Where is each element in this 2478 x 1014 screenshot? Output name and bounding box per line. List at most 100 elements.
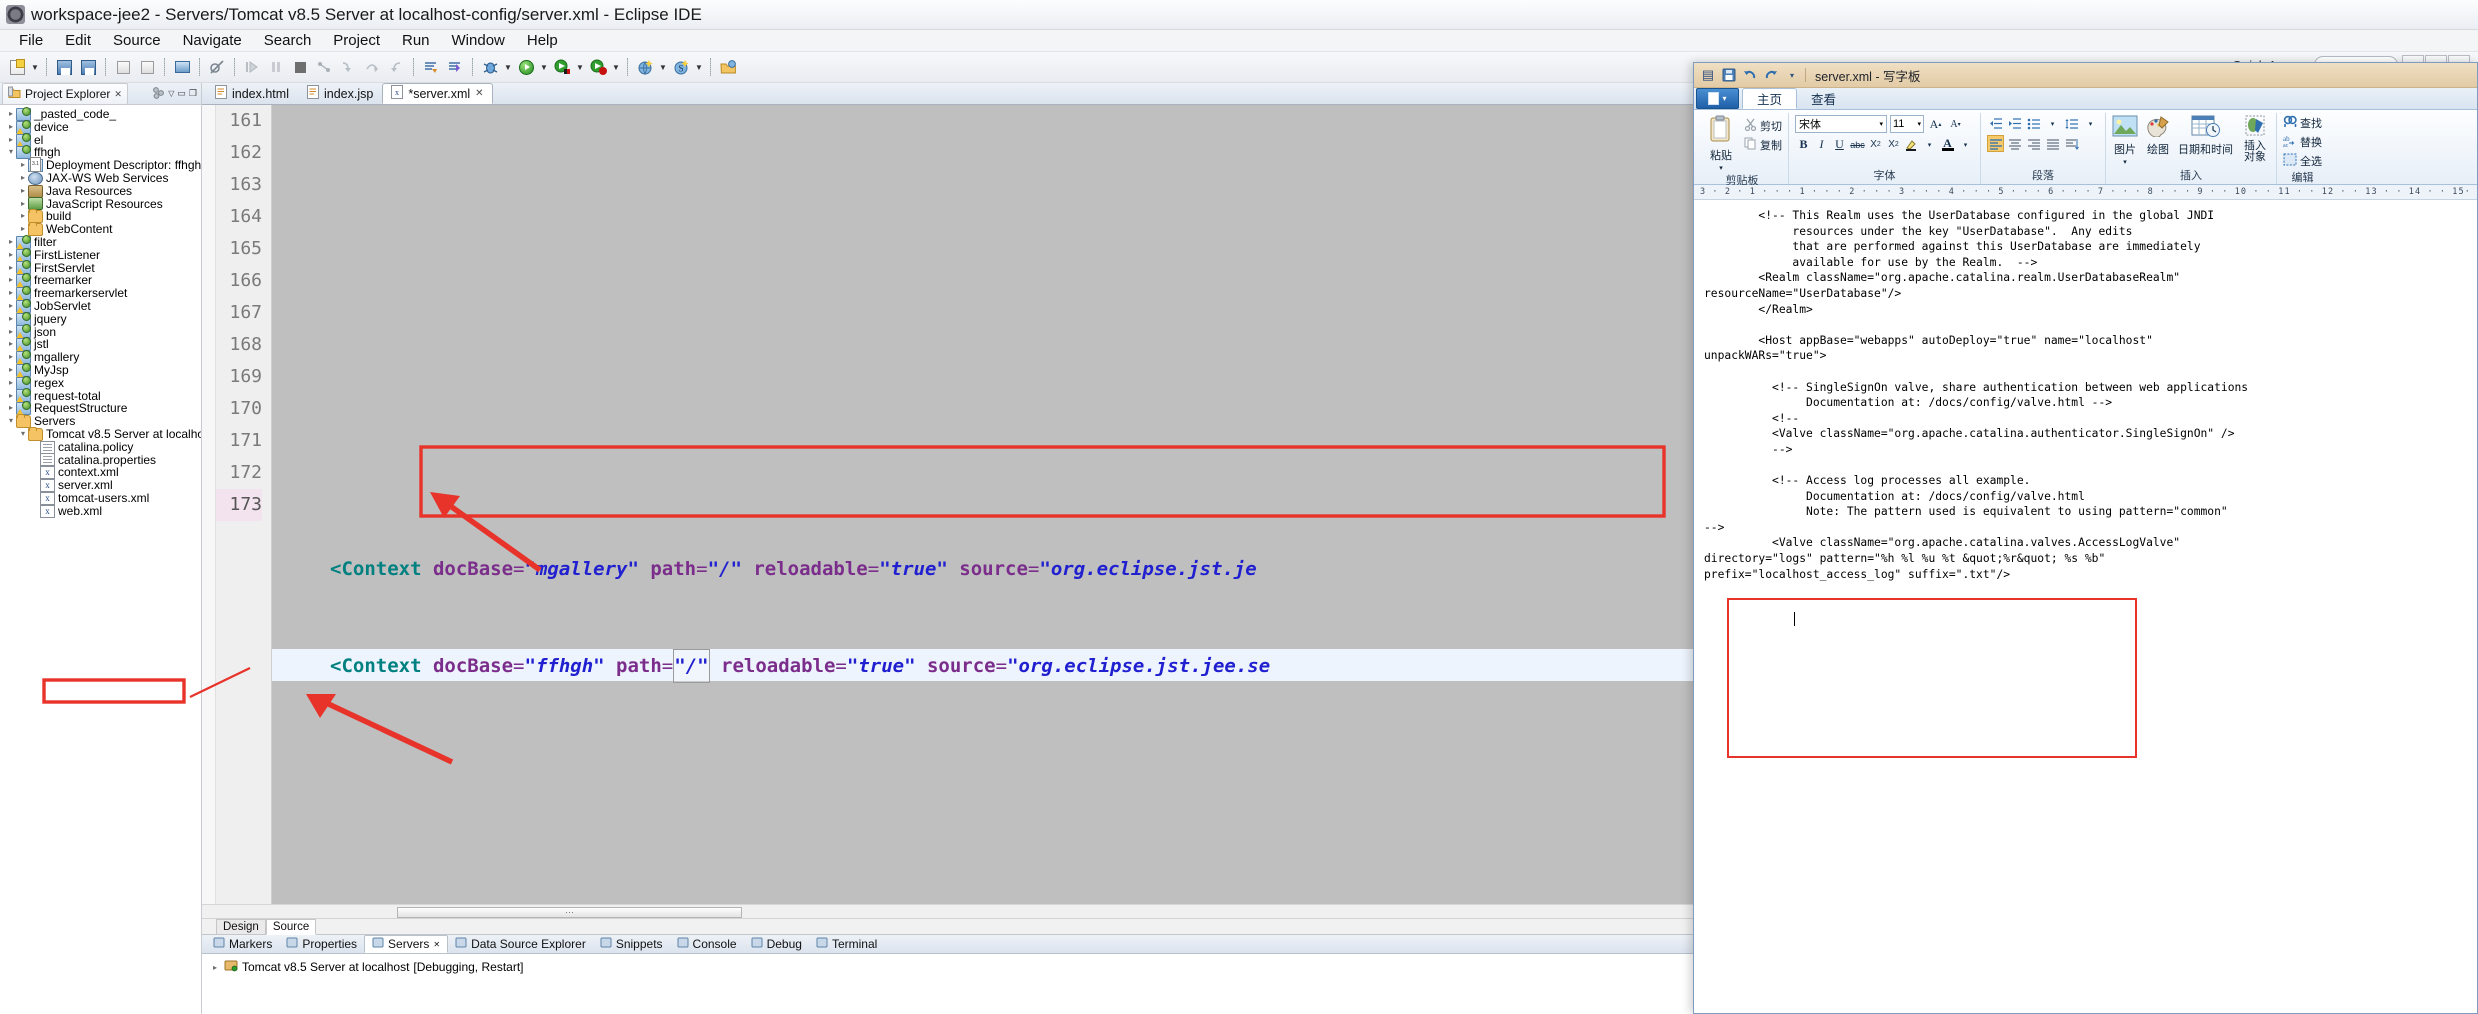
editor-tab-server-xml[interactable]: x *server.xml ✕ (382, 83, 493, 104)
export-icon[interactable] (112, 56, 134, 78)
expand-arrow-icon[interactable] (6, 134, 16, 147)
new-server-dropdown-icon[interactable]: ▼ (658, 56, 668, 78)
run-external-tools-icon[interactable] (551, 56, 573, 78)
expand-arrow-icon[interactable] (210, 963, 220, 972)
tree-item-java-resources[interactable]: Java Resources (0, 184, 201, 198)
ribbon-tab-home[interactable]: 主页 (1742, 88, 1798, 109)
wordpad-document-text[interactable]: <!-- This Realm uses the UserDatabase co… (1704, 208, 2467, 582)
expand-arrow-icon[interactable] (18, 185, 28, 198)
bottom-tab-debug[interactable]: Debug (744, 935, 809, 953)
increase-indent-icon[interactable] (2006, 115, 2023, 132)
align-right-icon[interactable] (2025, 135, 2042, 152)
terminate-icon[interactable] (289, 56, 311, 78)
close-icon[interactable]: ✕ (114, 89, 122, 100)
expand-arrow-icon[interactable] (6, 390, 16, 403)
close-icon[interactable]: ✕ (433, 940, 440, 949)
tree-item-device[interactable]: device (0, 119, 201, 135)
expand-arrow-icon[interactable] (6, 364, 16, 377)
tree-item-webcontent[interactable]: WebContent (0, 222, 201, 237)
strikethrough-icon[interactable]: abc (1849, 136, 1866, 153)
new-wizard-dropdown-icon[interactable]: ▼ (30, 56, 40, 78)
paragraph-settings-icon[interactable] (2063, 135, 2080, 152)
tree-item-regex[interactable]: regex (0, 375, 201, 390)
resume-icon[interactable] (241, 56, 263, 78)
next-annotation-icon[interactable] (420, 56, 442, 78)
skip-breakpoints-icon[interactable] (206, 56, 228, 78)
wordpad-document-page[interactable]: <!-- This Realm uses the UserDatabase co… (1694, 200, 2477, 1013)
justify-icon[interactable] (2044, 135, 2061, 152)
expand-arrow-icon[interactable] (6, 377, 16, 390)
save-all-icon[interactable] (77, 56, 99, 78)
bottom-tab-properties[interactable]: Properties (279, 935, 364, 953)
disconnect-icon[interactable] (313, 56, 335, 78)
superscript-icon[interactable]: X2 (1885, 136, 1902, 153)
step-return-icon[interactable] (385, 56, 407, 78)
expand-arrow-icon[interactable] (6, 146, 16, 159)
chevron-down-icon[interactable]: ▾ (2082, 115, 2099, 132)
run-dropdown-icon[interactable]: ▼ (539, 56, 549, 78)
grow-font-icon[interactable]: A ▴ (1927, 116, 1944, 133)
chevron-down-icon[interactable]: ▾ (2123, 158, 2127, 166)
tree-item-tomcat-users-xml[interactable]: tomcat-users.xml (0, 492, 201, 505)
tab-source[interactable]: Source (265, 918, 317, 935)
underline-icon[interactable]: U (1831, 136, 1848, 153)
paste-button[interactable]: 粘贴 ▾ (1702, 115, 1740, 172)
redo-icon[interactable] (1763, 67, 1779, 83)
collapse-all-icon[interactable] (152, 86, 165, 102)
expand-arrow-icon[interactable] (18, 172, 28, 185)
close-icon[interactable]: ✕ (475, 88, 483, 99)
bottom-tab-console[interactable]: Console (670, 935, 744, 953)
expand-arrow-icon[interactable] (18, 210, 28, 223)
tab-project-explorer[interactable]: Project Explorer ✕ (2, 83, 128, 104)
chevron-down-icon[interactable]: ▾ (1719, 164, 1723, 172)
expand-arrow-icon[interactable] (18, 159, 28, 172)
menu-run[interactable]: Run (391, 30, 441, 51)
font-family-select[interactable]: 宋体 ▾ (1795, 115, 1887, 133)
external-tools-dropdown-icon[interactable]: ▼ (575, 56, 585, 78)
expand-arrow-icon[interactable] (6, 287, 16, 300)
link-with-editor-icon[interactable]: ▽ (168, 89, 174, 98)
tree-item-requeststructure[interactable]: RequestStructure (0, 401, 201, 417)
tree-item-pasted-code[interactable]: _pasted_code_ (0, 106, 201, 121)
expand-arrow-icon[interactable] (18, 428, 28, 441)
open-folder-icon[interactable] (717, 56, 739, 78)
step-over-icon[interactable] (361, 56, 383, 78)
menu-search[interactable]: Search (253, 30, 323, 51)
menu-edit[interactable]: Edit (54, 30, 102, 51)
menu-window[interactable]: Window (441, 30, 516, 51)
tree-item-el[interactable]: el (0, 132, 201, 148)
text-highlight-icon[interactable] (1903, 136, 1920, 153)
tree-item-firstlistener[interactable]: FirstListener (0, 247, 201, 263)
expand-arrow-icon[interactable] (6, 313, 16, 326)
tree-item-filter[interactable]: filter (0, 234, 201, 250)
tree-item-server-xml[interactable]: server.xml (0, 479, 201, 493)
import-icon[interactable] (136, 56, 158, 78)
horizontal-scroll-thumb[interactable]: ⋯ (397, 907, 742, 918)
picture-button[interactable]: 图片 ▾ (2112, 115, 2138, 166)
italic-icon[interactable]: I (1813, 136, 1830, 153)
font-size-select[interactable]: 11 ▾ (1890, 115, 1924, 133)
find-button[interactable]: 查找 (2283, 115, 2322, 131)
open-console-icon[interactable] (171, 56, 193, 78)
tree-item-jstl[interactable]: jstl (0, 337, 201, 353)
search-icon[interactable]: S (670, 56, 692, 78)
date-time-button[interactable]: 日期和时间 (2178, 115, 2233, 157)
select-all-button[interactable]: 全选 (2283, 153, 2322, 169)
tree-item-json[interactable]: json (0, 324, 201, 340)
expand-arrow-icon[interactable] (6, 108, 16, 121)
expand-arrow-icon[interactable] (6, 262, 16, 275)
view-menu-icon[interactable]: ▭ (177, 88, 186, 99)
tree-item-jobservlet[interactable]: JobServlet (0, 298, 201, 314)
search-dropdown-icon[interactable]: ▼ (694, 56, 704, 78)
align-center-icon[interactable] (2006, 135, 2023, 152)
expand-arrow-icon[interactable] (6, 300, 16, 313)
expand-arrow-icon[interactable] (6, 236, 16, 249)
tab-design[interactable]: Design (216, 918, 266, 935)
run-icon[interactable] (515, 56, 537, 78)
font-color-icon[interactable]: A (1939, 136, 1956, 153)
wordpad-app-button[interactable]: ▾ (1696, 88, 1739, 109)
expand-arrow-icon[interactable] (6, 351, 16, 364)
debug-icon[interactable] (479, 56, 501, 78)
bold-icon[interactable]: B (1795, 136, 1812, 153)
bottom-tab-terminal[interactable]: Terminal (809, 935, 884, 953)
